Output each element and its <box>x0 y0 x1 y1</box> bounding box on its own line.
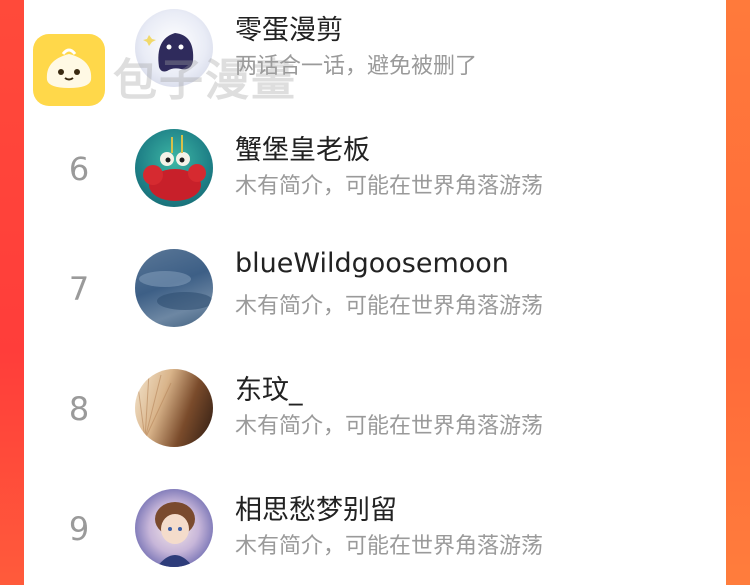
user-description: 木有简介，可能在世界角落游荡 <box>235 294 544 319</box>
rank-number: 8 <box>68 390 90 428</box>
rank-number: 9 <box>68 510 90 548</box>
user-name[interactable]: 蟹堡皇老板 <box>235 128 370 167</box>
left-edge-accent <box>0 0 24 585</box>
avatar[interactable] <box>135 369 213 447</box>
list-item[interactable]: 8 东玟_ 木有简介，可能在世界角落游荡 <box>24 364 726 484</box>
user-description: 木有简介，可能在世界角落游荡 <box>235 414 544 439</box>
user-description: 木有简介，可能在世界角落游荡 <box>235 534 544 559</box>
rank-number: 7 <box>68 270 90 308</box>
avatar[interactable] <box>135 249 213 327</box>
sky-avatar-icon <box>139 271 213 310</box>
user-name[interactable]: 东玟_ <box>235 368 303 407</box>
list-item[interactable]: 9 相思愁梦别留 木有简介，可能在世界角落游荡 <box>24 484 726 585</box>
right-edge-accent <box>726 0 750 585</box>
fan-avatar-icon <box>136 372 172 440</box>
list-item[interactable]: 7 blueWildgoosemoon 木有简介，可能在世界角落游荡 <box>24 244 726 364</box>
list-item[interactable]: 6 蟹堡皇老板 木有简介，可能在世界角落游荡 <box>24 124 726 244</box>
user-description: 木有简介，可能在世界角落游荡 <box>235 174 544 199</box>
crab-avatar-icon <box>143 135 206 201</box>
user-name[interactable]: 零蛋漫剪 <box>235 8 343 47</box>
avatar[interactable] <box>135 489 213 567</box>
user-name[interactable]: blueWildgoosemoon <box>235 248 509 279</box>
anime-boy-avatar-icon <box>155 502 195 567</box>
user-name[interactable]: 相思愁梦别留 <box>235 488 397 527</box>
watermark-text: 包子漫畫 <box>113 55 297 106</box>
bun-logo-icon <box>33 34 105 106</box>
avatar[interactable] <box>135 129 213 207</box>
rank-number: 6 <box>68 150 90 188</box>
